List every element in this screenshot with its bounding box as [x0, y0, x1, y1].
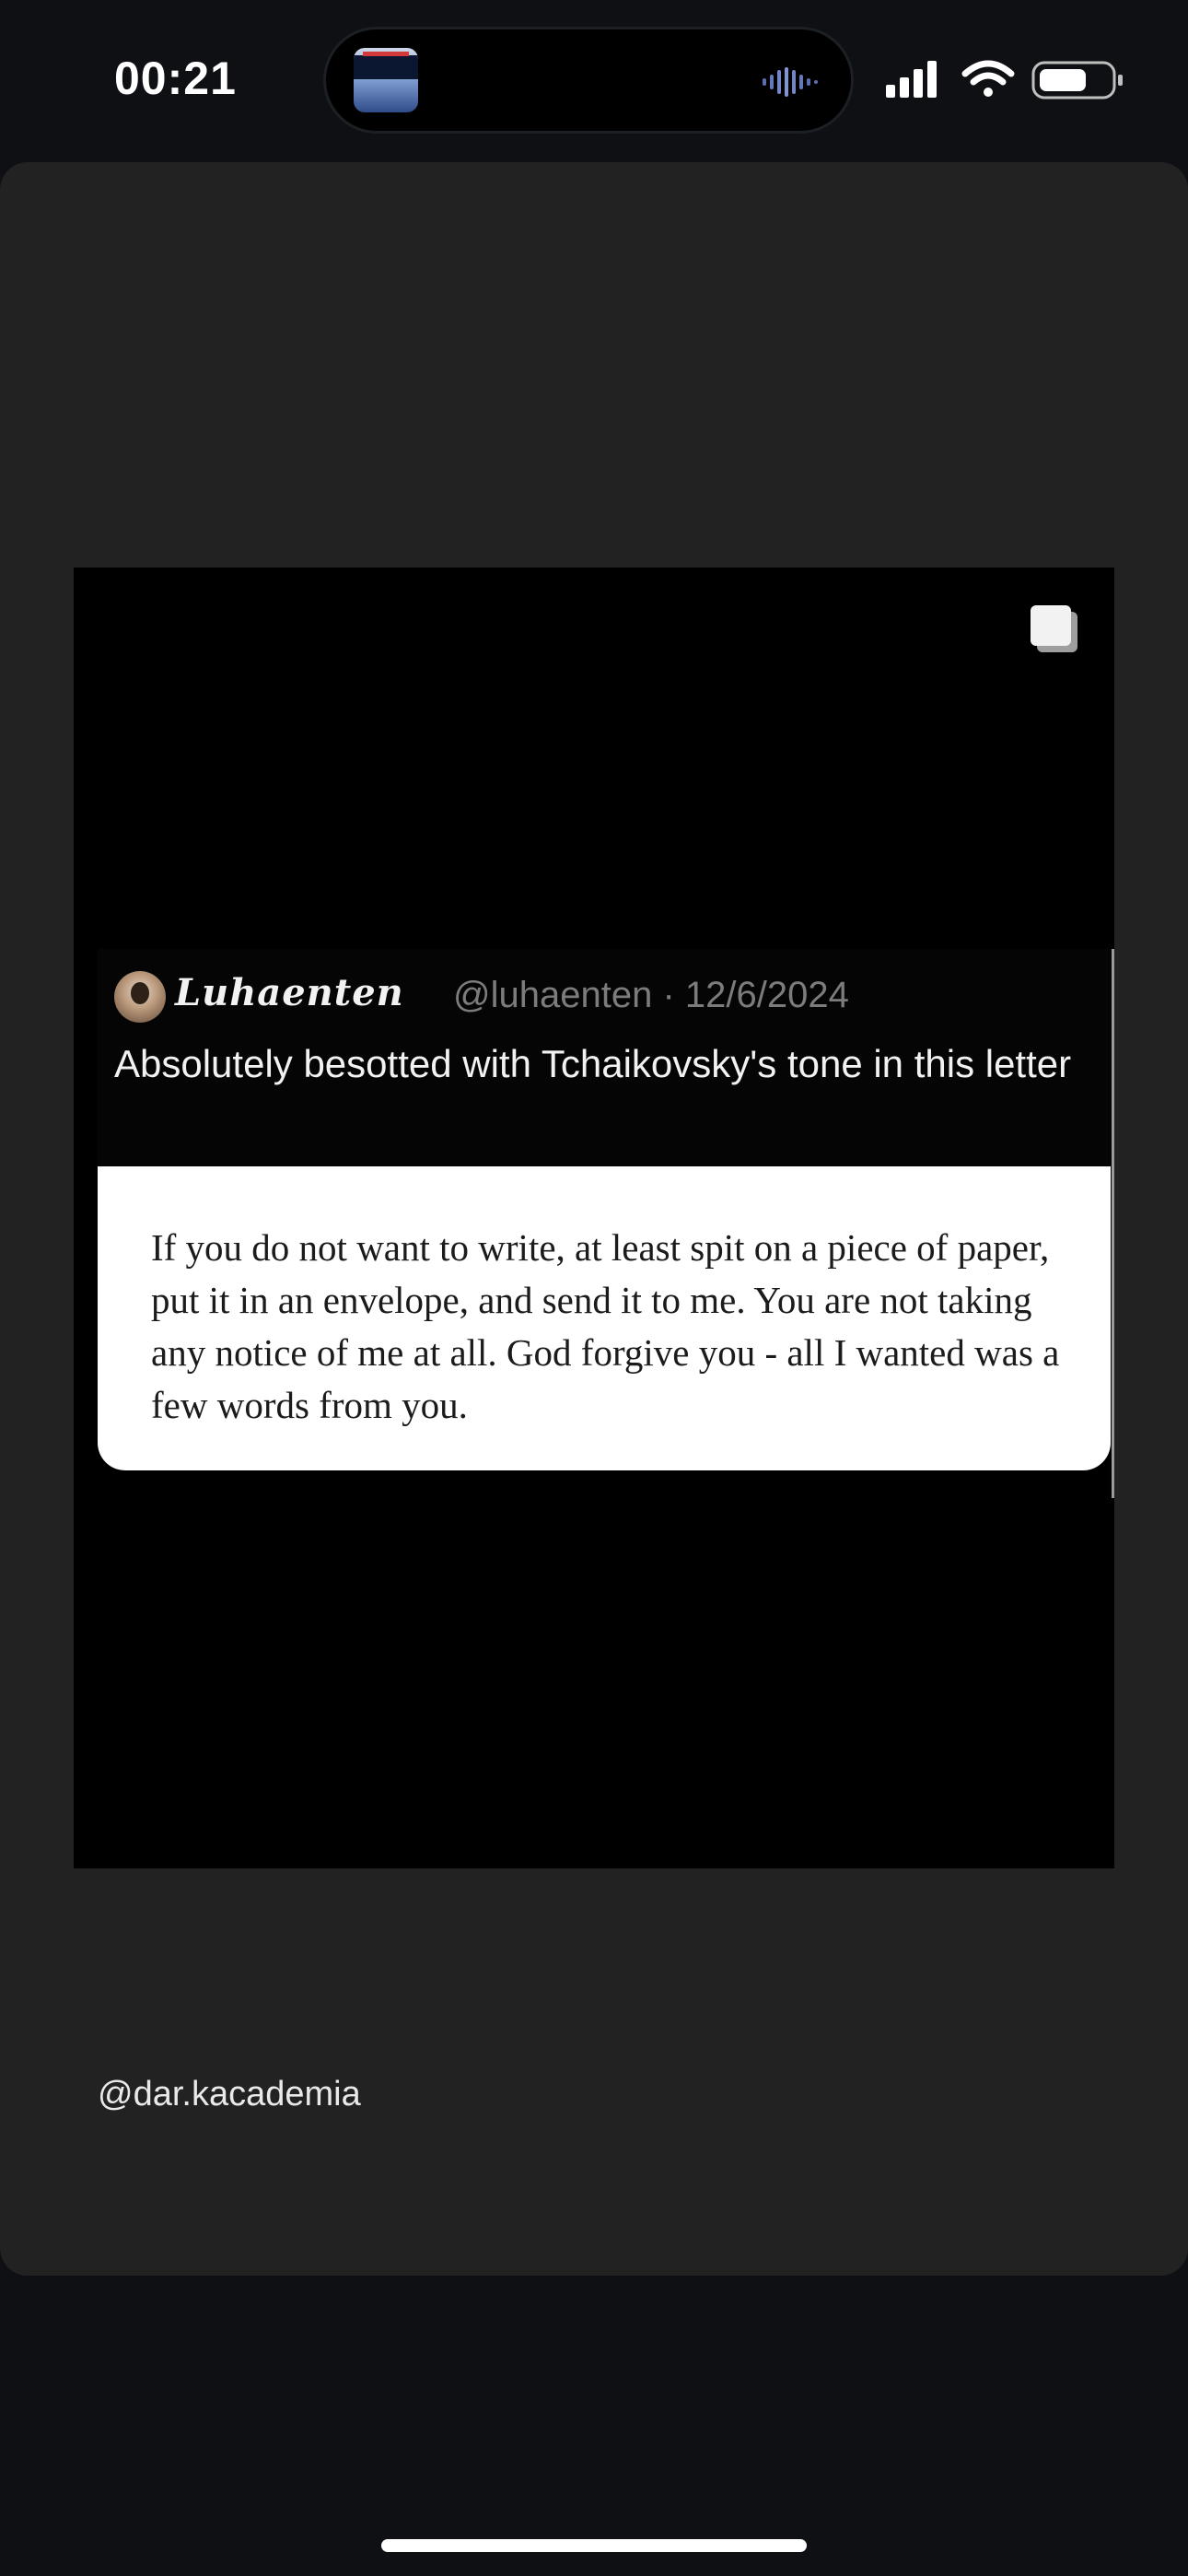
post-caption[interactable]: @dar.kacademia — [98, 2075, 361, 2114]
waveform-icon — [763, 67, 818, 97]
avatar — [114, 971, 166, 1023]
tweet-screenshot: Luhaenten @luhaenten · 12/6/2024 Absolut… — [98, 949, 1114, 1498]
battery-icon — [1031, 61, 1123, 100]
tweet-display-name: Luhaenten — [175, 971, 404, 1014]
album-art-icon[interactable] — [354, 48, 418, 112]
tweet-header: Luhaenten @luhaenten · 12/6/2024 Absolut… — [98, 949, 1114, 1166]
letter-quote-box: If you do not want to write, at least sp… — [98, 1166, 1111, 1470]
multiple-images-icon[interactable] — [1028, 603, 1081, 656]
post-media[interactable]: Luhaenten @luhaenten · 12/6/2024 Absolut… — [74, 568, 1114, 1868]
status-icons — [886, 60, 1123, 100]
status-time: 00:21 — [114, 53, 237, 104]
tweet-text: Absolutely besotted with Tchaikovsky's t… — [114, 1042, 1072, 1085]
post-card: Luhaenten @luhaenten · 12/6/2024 Absolut… — [0, 162, 1188, 2276]
wifi-icon — [961, 60, 1015, 97]
letter-quote-text: If you do not want to write, at least sp… — [151, 1226, 1060, 1426]
home-indicator[interactable] — [381, 2539, 807, 2552]
cellular-signal-icon — [886, 61, 937, 98]
phone-screen: 00:21 Luhaenten @luhaenten · 12/6/2024 A… — [0, 0, 1188, 2576]
tweet-handle-date: @luhaenten · 12/6/2024 — [453, 975, 849, 1015]
dynamic-island[interactable] — [326, 29, 851, 131]
tweet-edge-divider — [1112, 949, 1114, 1498]
